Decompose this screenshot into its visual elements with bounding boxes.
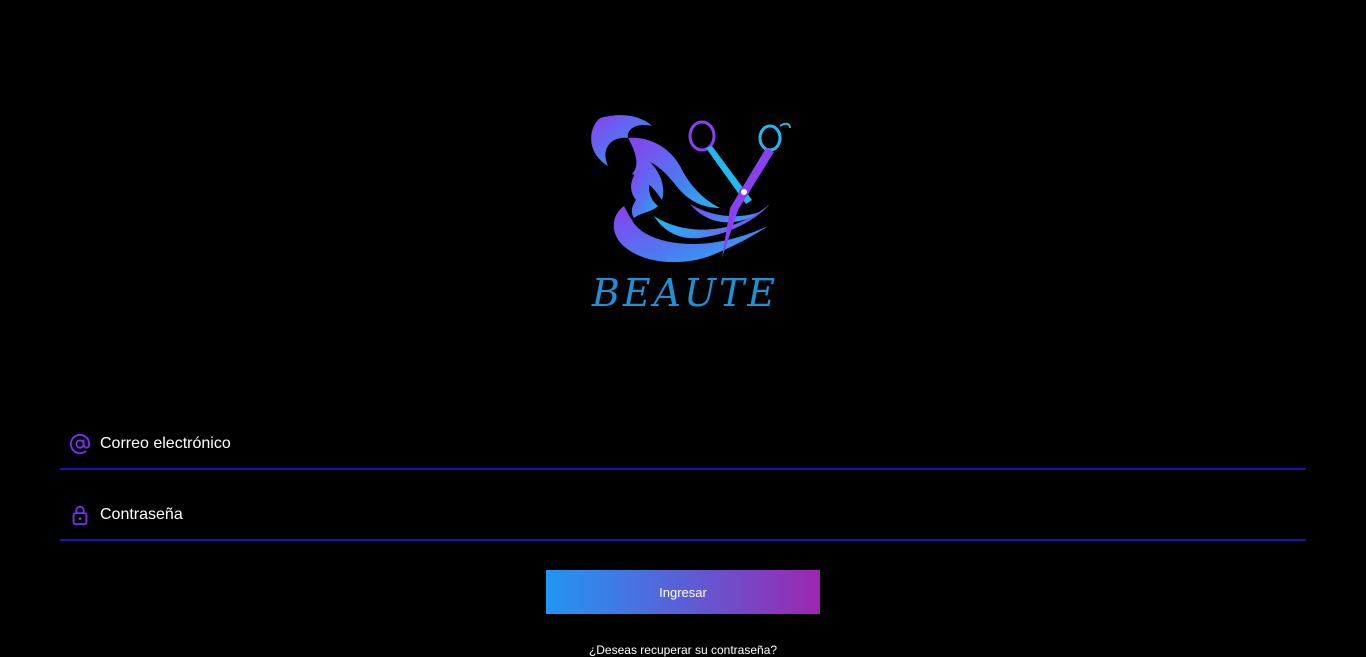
email-input[interactable] (100, 430, 1290, 458)
at-icon (69, 433, 91, 455)
brand-logo: BEAUTE (570, 108, 800, 320)
email-field-container (60, 422, 1306, 470)
logo-emblem-icon (591, 115, 791, 263)
recover-password-link[interactable]: ¿Deseas recuperar su contraseña? (589, 643, 777, 657)
password-field-container (60, 493, 1306, 541)
brand-wordmark: BEAUTE (591, 271, 779, 315)
lock-icon (69, 504, 91, 526)
recover-password-row: ¿Deseas recuperar su contraseña? (0, 643, 1366, 657)
password-input[interactable] (100, 501, 1290, 529)
login-button[interactable]: Ingresar (546, 570, 820, 614)
login-page: BEAUTE Ingresar ¿Deseas recuperar su con… (0, 0, 1366, 657)
